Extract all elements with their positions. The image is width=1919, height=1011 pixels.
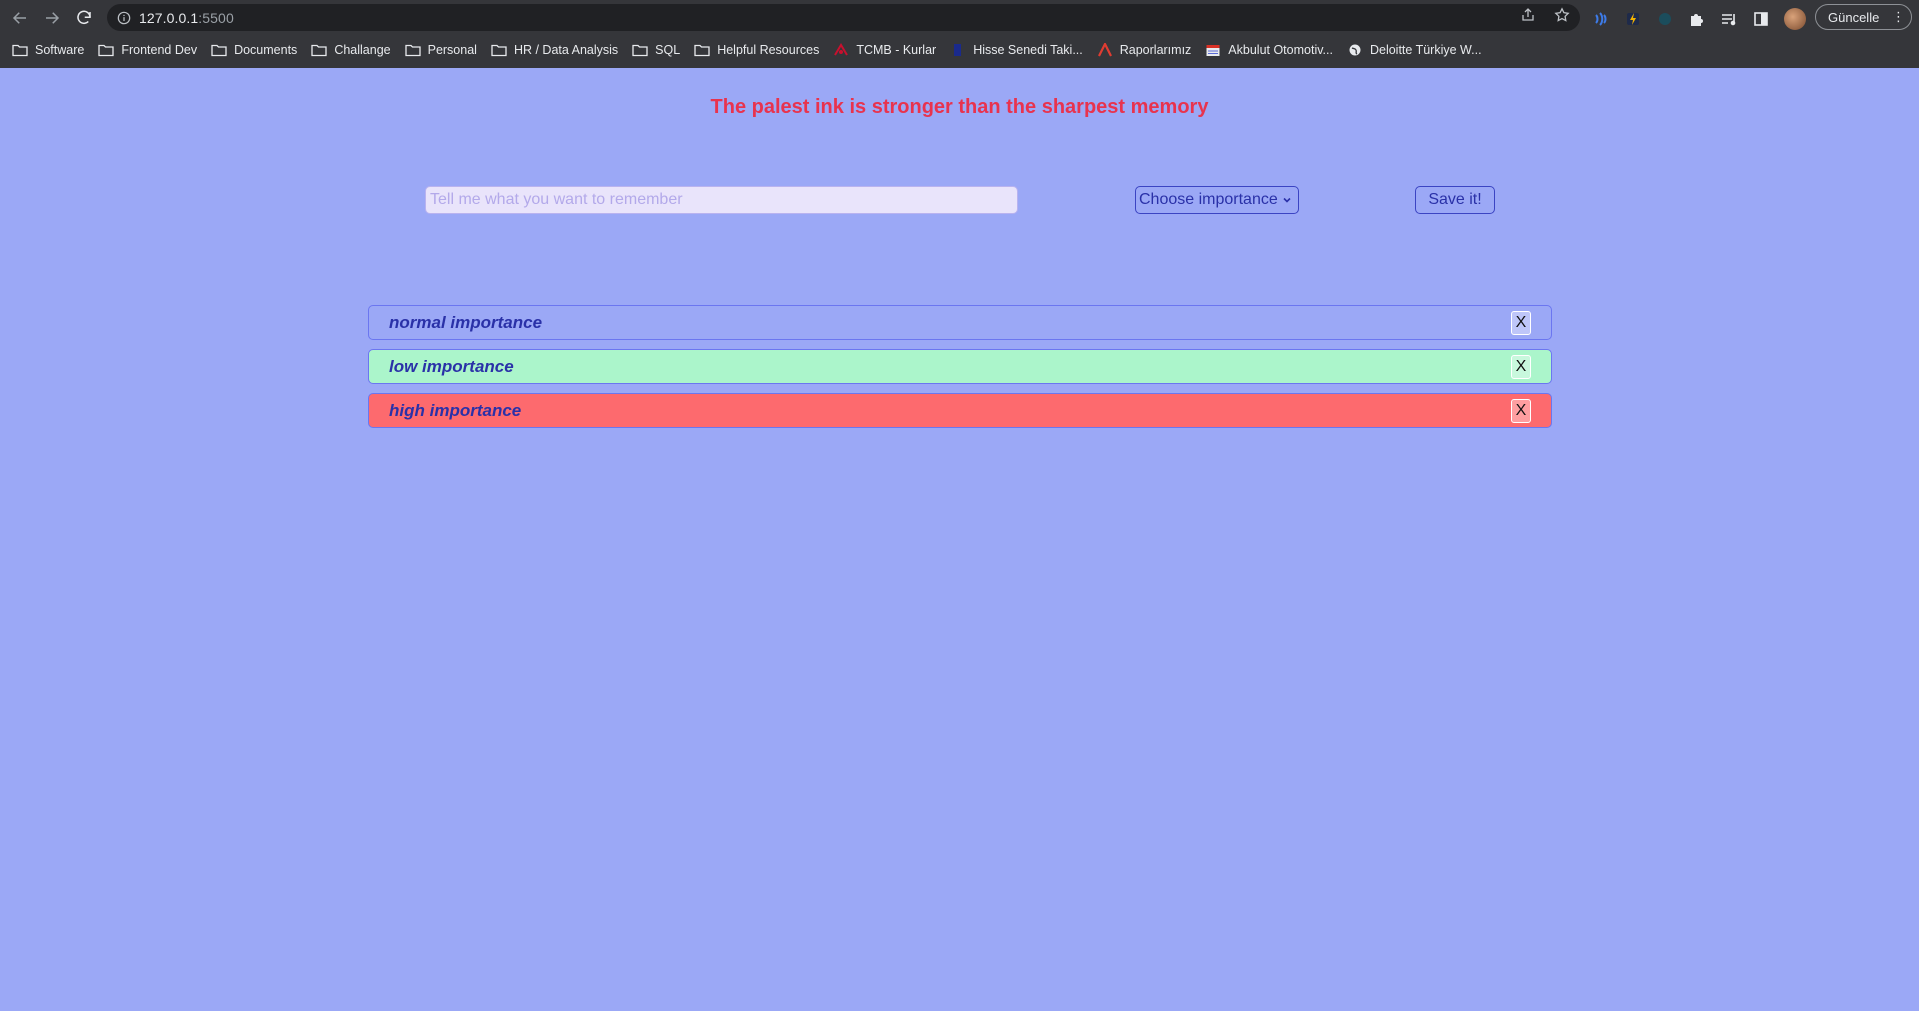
bookmark-label: Helpful Resources [717,43,820,57]
memo-text: high importance [389,400,522,420]
url-text: 127.0.0.1:5500 [139,10,234,26]
bookmark-item[interactable]: Raporlarımız [1097,43,1192,57]
report-icon [1097,43,1113,57]
remove-memo-button[interactable]: X [1511,310,1531,335]
memo-item-low: low importance X [368,349,1552,384]
tcmb-icon [833,43,849,57]
bookmark-label: Software [35,43,85,57]
bookmark-item[interactable]: Personal [404,43,477,57]
side-panel-icon[interactable] [1752,10,1770,28]
extensions-puzzle-icon[interactable] [1688,10,1706,28]
url-host: 127.0.0.1 [139,9,199,26]
bookmark-label: Frontend Dev [121,43,198,57]
extension-waves-icon[interactable] [1592,10,1610,28]
bookmark-label: Raporlarımız [1119,43,1192,57]
bookmark-item[interactable]: Challange [311,43,391,57]
bookmark-item[interactable]: TCMB - Kurlar [833,43,936,57]
folder-icon [211,43,227,57]
update-button[interactable]: Güncelle ⋮ [1815,4,1912,30]
bookmark-item[interactable]: SQL [632,43,680,57]
bookmark-label: Personal [427,43,477,57]
extension-bolt-icon[interactable] [1624,10,1642,28]
bookmark-item[interactable]: Frontend Dev [98,43,197,57]
save-button[interactable]: Save it! [1415,186,1495,214]
bookmark-item[interactable]: Helpful Resources [694,43,819,57]
browser-chrome: 127.0.0.1:5500 Güncelle ⋮ Software Front… [0,0,1919,68]
bookmark-label: HR / Data Analysis [513,43,619,57]
memory-input[interactable] [425,186,1018,214]
share-icon[interactable] [1520,7,1536,28]
folder-icon [12,43,28,57]
importance-select[interactable]: Choose importance [1135,186,1299,214]
memo-text: normal importance [389,312,543,332]
bookmark-label: Challange [334,43,391,57]
chevron-down-icon [1283,197,1291,203]
bookmarks-bar: Software Frontend Dev Documents Challange Pe… [0,38,1496,62]
bookmark-item[interactable]: Deloitte Türkiye W... [1347,43,1482,57]
folder-icon [404,43,421,57]
bookmark-item[interactable]: Akbulut Otomotiv... [1205,43,1333,57]
folder-icon [311,43,327,57]
bookmark-item[interactable]: Software [12,43,84,57]
bookmark-label: Akbulut Otomotiv... [1228,43,1333,57]
folder-icon [98,43,114,57]
profile-avatar[interactable] [1784,8,1806,30]
folder-icon [491,43,507,57]
importance-select-label: Choose importance [1139,191,1278,208]
bookmark-label: SQL [655,43,681,57]
remove-memo-button[interactable]: X [1511,354,1531,379]
bookmark-label: Hisse Senedi Taki... [973,43,1083,57]
extension-dark-icon[interactable] [1656,10,1674,28]
bookmark-icon [950,43,966,57]
folder-icon [632,43,648,57]
bookmark-item[interactable]: Documents [211,43,297,57]
url-port: :5500 [198,9,234,26]
memo-text: low importance [389,356,514,376]
page-content: The palest ink is stronger than the shar… [0,68,1919,1011]
remove-memo-button[interactable]: X [1511,398,1531,423]
reading-list-icon[interactable] [1720,10,1738,28]
bookmark-label: Documents [234,43,298,57]
address-bar[interactable]: 127.0.0.1:5500 [107,4,1580,31]
memo-list: normal importance Xlow importance Xhigh im… [368,305,1552,437]
bookmark-item[interactable]: Hisse Senedi Taki... [950,43,1083,57]
reload-icon[interactable] [72,6,96,30]
globe-icon [1347,43,1363,57]
menu-kebab-icon[interactable]: ⋮ [1892,9,1905,25]
folder-icon [694,43,710,57]
bookmark-label: Deloitte Türkiye W... [1369,43,1482,57]
site-info-icon[interactable] [117,11,131,25]
bookmark-star-icon[interactable] [1554,7,1570,28]
forward-icon[interactable] [40,6,64,30]
bookmark-label: TCMB - Kurlar [856,43,937,57]
extensions-area [1592,8,1806,30]
calendar-icon [1205,43,1221,57]
memo-item-normal: normal importance X [368,305,1552,340]
memo-item-high: high importance X [368,393,1552,428]
page-title: The palest ink is stronger than the shar… [710,96,1209,118]
bookmark-item[interactable]: HR / Data Analysis [491,43,618,57]
update-label: Güncelle [1828,9,1880,25]
back-icon[interactable] [8,6,32,30]
